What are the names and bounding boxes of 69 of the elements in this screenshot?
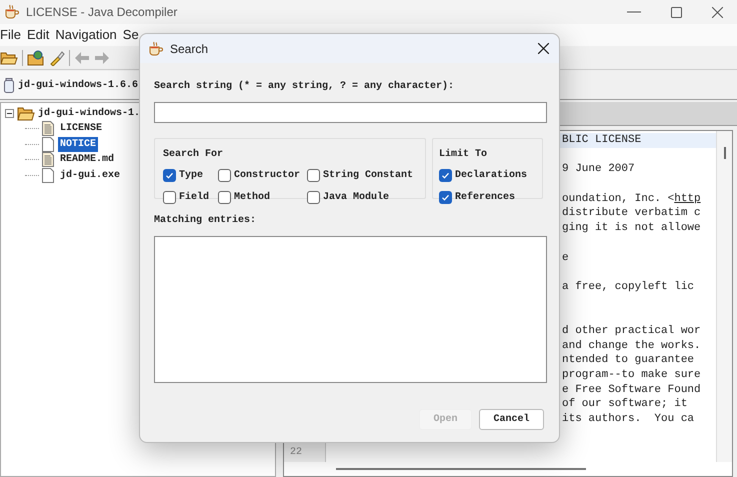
checkbox[interactable] — [439, 168, 452, 182]
checkmark-icon — [441, 192, 450, 202]
tree-item[interactable]: NOTICE — [58, 136, 98, 152]
code-line: its authors. You ca — [562, 413, 694, 426]
code-line: a free, copyleft lic — [562, 280, 694, 293]
checkmark-icon — [165, 170, 174, 180]
tree-item[interactable]: jd-gui-windows-1. — [38, 106, 140, 121]
checkbox[interactable] — [218, 168, 231, 182]
folder-globe-icon[interactable] — [27, 50, 45, 66]
code-line: and change the works. — [562, 340, 701, 352]
code-line: of our software; it — [562, 398, 688, 410]
checkbox-label: Type — [179, 168, 204, 182]
close-icon[interactable] — [538, 43, 549, 54]
checkbox[interactable] — [307, 190, 320, 204]
checkbox-label: Constructor — [234, 168, 300, 182]
search-label: Search string (* = any string, ? = any character): — [154, 80, 456, 94]
jar-icon — [4, 78, 14, 92]
code-line: e — [562, 252, 569, 264]
window-title: LICENSE - Java Decompiler — [26, 4, 178, 21]
group-title: Limit To — [439, 149, 488, 160]
tree-item[interactable]: README.md — [58, 152, 116, 168]
code-line: oundation, Inc. <http — [562, 192, 701, 205]
code-line: 9 June 2007 — [562, 163, 635, 176]
checkbox-label: Method — [234, 190, 270, 204]
scrollbar-thumb[interactable] — [724, 147, 726, 159]
matching-label: Matching entries: — [154, 214, 258, 228]
checkmark-icon — [441, 170, 450, 180]
scrollbar-thumb[interactable] — [336, 468, 586, 470]
code-line: program--to make sure — [562, 369, 701, 381]
dialog-title: Search — [170, 40, 208, 58]
group-title: Search For — [163, 149, 224, 160]
open-folder-icon[interactable] — [0, 50, 18, 66]
code-line: ging it is not allowe — [562, 222, 701, 234]
dialog-icon — [148, 40, 164, 56]
tree-item[interactable]: jd-gui.exe — [58, 168, 122, 183]
folder-icon — [17, 106, 35, 120]
line-number: 22 — [290, 446, 304, 460]
close-icon[interactable] — [712, 6, 723, 18]
link[interactable]: http — [674, 192, 701, 205]
checkbox[interactable] — [307, 168, 320, 182]
checkbox-label: Field — [179, 190, 210, 204]
checkbox[interactable] — [163, 168, 176, 182]
checkbox[interactable] — [163, 190, 176, 204]
checkbox-label: Java Module — [323, 190, 390, 204]
checkbox-label: Declarations — [455, 168, 528, 182]
code-line: d other practical wor — [562, 324, 701, 337]
menu-item[interactable]: Navigation — [55, 25, 117, 45]
code-line: BLIC LICENSE — [562, 134, 642, 146]
dialog-button[interactable]: Cancel — [479, 409, 544, 430]
code-line: e Free Software Found — [562, 384, 701, 396]
file-icon — [42, 168, 54, 183]
collapse-toggle-icon[interactable] — [5, 109, 14, 118]
code-line: ntended to guarantee — [562, 354, 694, 366]
checkbox-label: References — [455, 190, 516, 204]
checkbox-label: String Constant — [323, 168, 414, 182]
code-line: distribute verbatim c — [562, 207, 701, 220]
checkbox[interactable] — [218, 190, 231, 204]
app-icon — [4, 4, 20, 20]
text-file-icon — [42, 121, 54, 136]
search-field[interactable] — [154, 102, 547, 123]
menu-item[interactable]: File — [0, 25, 21, 45]
checkbox[interactable] — [439, 190, 452, 204]
file-icon — [42, 136, 54, 152]
minimize-icon[interactable] — [627, 11, 641, 13]
text-file-icon — [42, 152, 54, 168]
menu-item[interactable]: Edit — [26, 25, 50, 45]
menu-item[interactable]: Se — [122, 25, 139, 45]
tree-item[interactable]: LICENSE — [58, 121, 104, 136]
maximize-icon[interactable] — [671, 6, 682, 18]
